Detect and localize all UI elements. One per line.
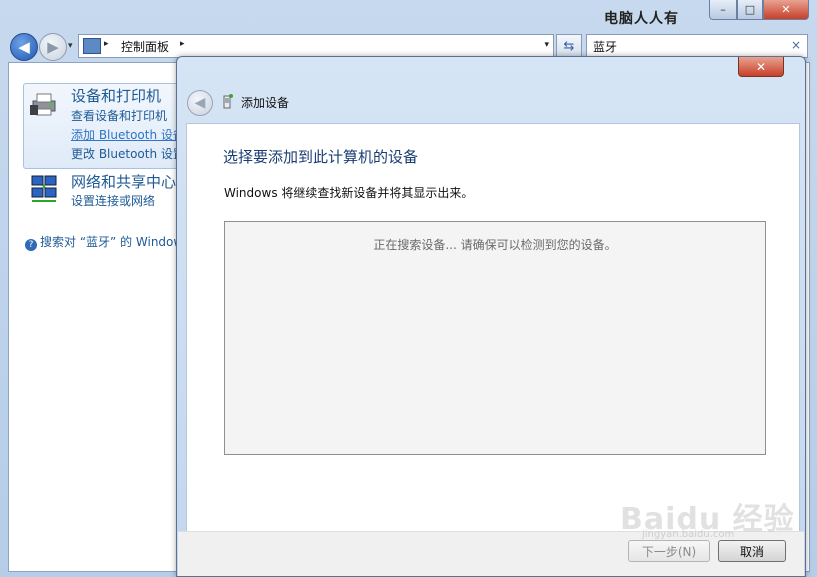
- refresh-button[interactable]: ⇆: [556, 34, 582, 58]
- view-devices-link[interactable]: 查看设备和打印机: [71, 107, 167, 124]
- watermark-text: 电脑人人有: [604, 11, 679, 27]
- baidu-watermark-url: jingyan.baidu.com: [642, 529, 735, 540]
- forward-button[interactable]: ▶: [39, 33, 67, 61]
- search-box[interactable]: 蓝牙 ×: [586, 34, 808, 58]
- breadcrumb-arrow-icon[interactable]: ▸: [180, 39, 185, 49]
- devices-printers-title[interactable]: 设备和打印机: [71, 85, 161, 106]
- add-bluetooth-device-link[interactable]: 添加 Bluetooth 设备: [71, 126, 185, 143]
- dialog-back-button[interactable]: ◀: [187, 90, 213, 116]
- forward-arrow-icon: ▶: [47, 38, 59, 56]
- dialog-body: 选择要添加到此计算机的设备 Windows 将继续查找新设备并将其显示出来。 正…: [186, 123, 800, 532]
- dialog-subtext: Windows 将继续查找新设备并将其显示出来。: [224, 186, 474, 200]
- recent-pages-dropdown[interactable]: ▾: [68, 41, 73, 51]
- window-controls: – □ ✕: [709, 0, 809, 20]
- maximize-button[interactable]: □: [737, 0, 763, 20]
- control-panel-icon: [83, 38, 101, 54]
- device-list[interactable]: 正在搜索设备... 请确保可以检测到您的设备。: [224, 221, 766, 455]
- next-button[interactable]: 下一步(N): [628, 540, 710, 562]
- title-bar: 电脑人人有 – □ ✕: [0, 0, 817, 30]
- close-button[interactable]: ✕: [763, 0, 809, 20]
- setup-connection-link[interactable]: 设置连接或网络: [71, 192, 155, 209]
- minimize-button[interactable]: –: [709, 0, 737, 20]
- clear-search-icon[interactable]: ×: [791, 38, 801, 52]
- address-bar[interactable]: ▸ 控制面板 ▸ ▾: [78, 34, 554, 58]
- add-device-icon: [223, 94, 233, 109]
- back-button[interactable]: ◀: [10, 33, 38, 61]
- dialog-heading: 选择要添加到此计算机的设备: [223, 148, 419, 166]
- search-input[interactable]: 蓝牙: [593, 38, 617, 55]
- network-icon: [31, 175, 57, 202]
- refresh-icon: ⇆: [563, 38, 575, 54]
- back-arrow-icon: ◀: [194, 95, 206, 111]
- dialog-title: 添加设备: [241, 96, 290, 110]
- back-arrow-icon: ◀: [18, 38, 30, 56]
- network-sharing-title[interactable]: 网络和共享中心: [71, 171, 176, 192]
- cancel-button[interactable]: 取消: [718, 540, 786, 562]
- searching-status: 正在搜索设备... 请确保可以检测到您的设备。: [373, 238, 617, 252]
- change-bluetooth-settings-link[interactable]: 更改 Bluetooth 设置: [71, 145, 185, 162]
- breadcrumb-arrow-icon[interactable]: ▸: [104, 39, 109, 49]
- printer-icon: [30, 93, 56, 116]
- dialog-close-button[interactable]: ✕: [738, 57, 784, 77]
- explorer-window: 电脑人人有 – □ ✕ ◀ ▶ ▾ ▸ 控制面板 ▸ ▾ ⇆ 蓝牙 × 设备和打…: [0, 0, 817, 577]
- address-dropdown-icon[interactable]: ▾: [544, 40, 549, 50]
- breadcrumb-control-panel[interactable]: 控制面板: [121, 38, 169, 55]
- help-icon: ?: [25, 239, 37, 251]
